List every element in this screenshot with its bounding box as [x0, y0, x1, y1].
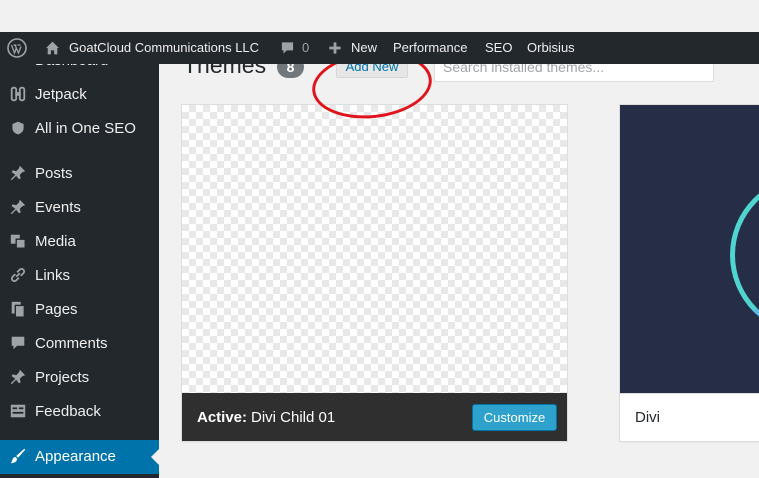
seo-link[interactable]: SEO: [485, 32, 512, 64]
sidebar-item-feedback[interactable]: Feedback: [0, 395, 159, 429]
pin-icon: [8, 198, 28, 218]
sidebar-item-projects[interactable]: Projects: [0, 361, 159, 395]
themes-page: Themes 8 Add New Search installed themes…: [159, 32, 759, 478]
site-name-link[interactable]: GoatCloud Communications LLC: [69, 32, 259, 64]
sidebar-item-label: Appearance: [35, 448, 116, 465]
sidebar-item-label: Events: [35, 199, 81, 216]
new-content-link[interactable]: New: [351, 32, 377, 64]
sidebar-item-label: Jetpack: [35, 86, 87, 103]
sidebar-item-jetpack[interactable]: Jetpack: [0, 78, 159, 112]
sidebar-item-comments[interactable]: Comments: [0, 327, 159, 361]
feedback-icon: [8, 402, 28, 422]
sidebar-item-pages[interactable]: Pages: [0, 293, 159, 327]
theme-name: Divi: [635, 409, 660, 426]
theme-card-divi[interactable]: Divi: [619, 104, 759, 442]
theme-screenshot[interactable]: [620, 105, 759, 393]
admin-bar: GoatCloud Communications LLC 0 New Perfo…: [0, 32, 759, 64]
customize-button[interactable]: Customize: [472, 404, 557, 431]
link-icon: [8, 266, 28, 286]
sidebar-item-label: Posts: [35, 165, 73, 182]
brush-icon: [8, 447, 28, 467]
comment-icon[interactable]: [279, 32, 296, 64]
pages-icon: [8, 300, 28, 320]
sidebar-item-label: Comments: [35, 335, 108, 352]
media-icon: [8, 232, 28, 252]
pin-icon: [8, 368, 28, 388]
current-menu-arrow: [151, 449, 159, 465]
theme-card-active[interactable]: Active: Divi Child 01 Customize: [181, 104, 568, 442]
active-theme-bar: Active: Divi Child 01 Customize: [182, 393, 567, 441]
wordpress-logo-icon[interactable]: [7, 32, 27, 64]
jetpack-icon: [8, 85, 28, 105]
sidebar-item-label: Feedback: [35, 403, 101, 420]
sidebar-item-links[interactable]: Links: [0, 259, 159, 293]
comments-count[interactable]: 0: [302, 32, 309, 64]
user-orbisius-link[interactable]: Orbisius: [527, 32, 575, 64]
browser-top-strip: [0, 0, 759, 32]
theme-name-bar: Divi: [620, 393, 759, 441]
admin-sidebar: Dashboard Jetpack All in One SEO Posts E…: [0, 32, 159, 478]
sidebar-item-events[interactable]: Events: [0, 191, 159, 225]
sidebar-item-label: Media: [35, 233, 76, 250]
comment-icon: [8, 334, 28, 354]
divi-logo-ring: [730, 175, 759, 335]
sidebar-item-label: Projects: [35, 369, 90, 386]
plus-icon[interactable]: [328, 32, 342, 64]
sidebar-item-media[interactable]: Media: [0, 225, 159, 259]
sidebar-item-appearance[interactable]: Appearance: [0, 440, 159, 474]
sidebar-item-label: All in One SEO: [35, 120, 136, 137]
shield-icon: [8, 119, 28, 139]
pin-icon: [8, 164, 28, 184]
theme-screenshot[interactable]: [182, 105, 567, 393]
sidebar-item-label: Pages: [35, 301, 78, 318]
performance-link[interactable]: Performance: [393, 32, 467, 64]
active-label: Active:: [197, 409, 248, 426]
sidebar-item-label: Links: [35, 267, 71, 284]
home-icon[interactable]: [44, 32, 61, 64]
sidebar-item-posts[interactable]: Posts: [0, 157, 159, 191]
sidebar-item-all-in-one-seo[interactable]: All in One SEO: [0, 112, 159, 146]
theme-name: Divi Child 01: [251, 409, 336, 426]
